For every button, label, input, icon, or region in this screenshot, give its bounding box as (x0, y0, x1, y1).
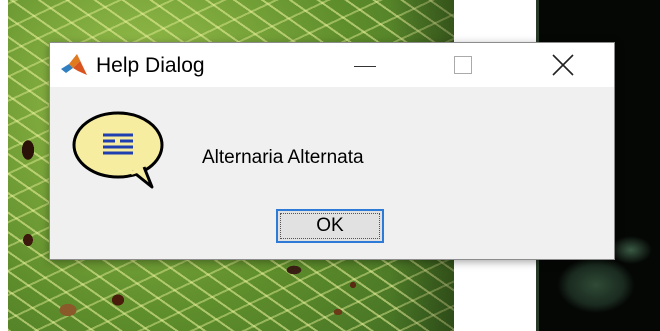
maximize-icon (454, 56, 472, 74)
minimize-icon (354, 65, 376, 67)
help-dialog: Help Dialog Alternaria Alternata OK (49, 42, 615, 260)
maximize-button[interactable] (430, 43, 496, 87)
help-speech-bubble-icon (70, 107, 166, 191)
title-bar[interactable]: Help Dialog (50, 43, 614, 87)
dialog-message: Alternaria Alternata (202, 147, 364, 168)
minimize-button[interactable] (332, 43, 398, 87)
dialog-title: Help Dialog (96, 54, 205, 77)
matlab-icon (60, 53, 88, 77)
close-icon (552, 54, 574, 76)
ok-button-label: OK (316, 215, 344, 236)
ok-button[interactable]: OK (276, 209, 384, 243)
close-button[interactable] (530, 43, 596, 87)
